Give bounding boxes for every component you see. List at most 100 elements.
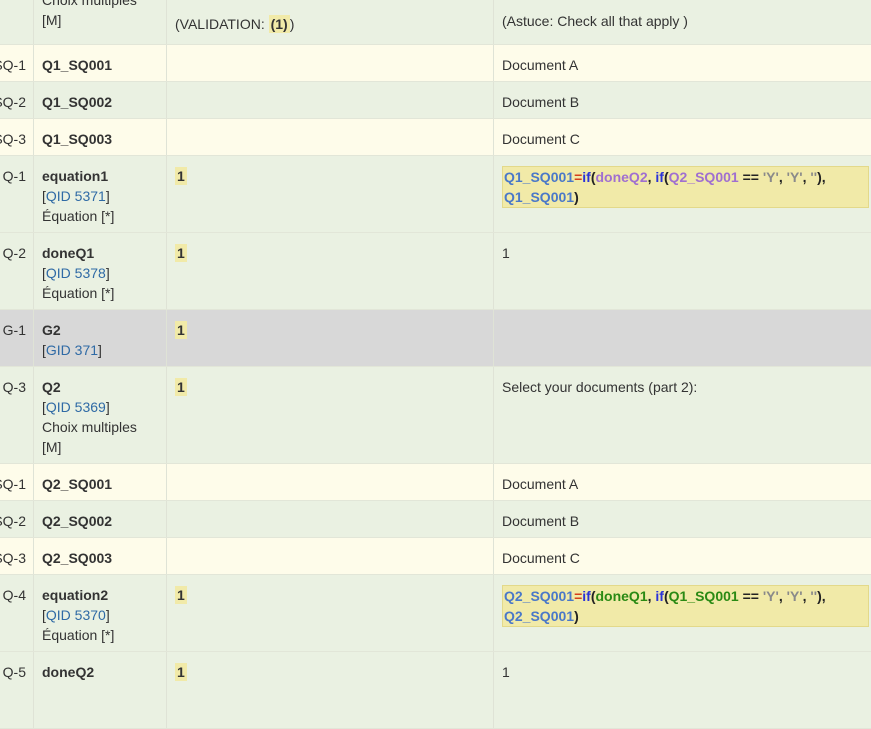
gid-link[interactable]: GID 371 bbox=[46, 342, 98, 358]
relevance-badge: 1 bbox=[175, 378, 187, 396]
table-row: SQ-2 Q2_SQ002 Document B bbox=[0, 501, 871, 538]
subquestion-code: Q1_SQ001 bbox=[42, 57, 113, 73]
row-id: SQ-3 bbox=[0, 550, 26, 566]
row-id: SQ-1 bbox=[0, 476, 26, 492]
relevance-cell: 1 bbox=[167, 310, 494, 366]
relevance-cell bbox=[167, 82, 494, 118]
relevance-badge: 1 bbox=[175, 663, 187, 681]
id-cell: SQ-1 bbox=[0, 464, 34, 500]
code-cell: G2 [GID 371] bbox=[34, 310, 167, 366]
validation-suffix: ) bbox=[289, 16, 295, 32]
question-type: Équation [*] bbox=[42, 285, 115, 301]
code-cell: Q2_SQ002 bbox=[34, 501, 167, 537]
equation-expression: Q2_SQ001=if(doneQ1, if(Q1_SQ001 == 'Y', … bbox=[502, 585, 869, 627]
group-code: G2 bbox=[42, 322, 61, 338]
relevance-cell: 1 bbox=[167, 652, 494, 728]
row-id: Q-4 bbox=[2, 587, 26, 603]
subquestion-code: Q2_SQ003 bbox=[42, 550, 113, 566]
code-cell: Q1_SQ002 bbox=[34, 82, 167, 118]
table-row: SQ-3 Q1_SQ003 Document C bbox=[0, 119, 871, 156]
code-cell: doneQ2 bbox=[34, 652, 167, 728]
id-cell: Q-1 bbox=[0, 156, 34, 232]
table-row: Choix multiples [M] (VALIDATION: (1)) (A… bbox=[0, 0, 871, 45]
code-cell: Q1_SQ003 bbox=[34, 119, 167, 155]
row-id: SQ-2 bbox=[0, 513, 26, 529]
relevance-cell: 1 bbox=[167, 156, 494, 232]
relevance-cell bbox=[167, 501, 494, 537]
subquestion-text: Document B bbox=[502, 513, 580, 529]
validation-prefix: (VALIDATION: bbox=[175, 16, 269, 32]
subquestion-code: Q1_SQ002 bbox=[42, 94, 113, 110]
question-type: Équation [*] bbox=[42, 627, 115, 643]
relevance-cell bbox=[167, 464, 494, 500]
code-cell: Choix multiples [M] bbox=[34, 0, 167, 44]
code-cell: Q2_SQ001 bbox=[34, 464, 167, 500]
table-row: Q-3 Q2 [QID 5369] Choix multiples [M] 1 … bbox=[0, 367, 871, 464]
table-row: Q-4 equation2 [QID 5370] Équation [*] 1 … bbox=[0, 575, 871, 652]
row-id: SQ-2 bbox=[0, 94, 26, 110]
hint-text: (Astuce: Check all that apply ) bbox=[502, 13, 688, 29]
id-cell: SQ-3 bbox=[0, 538, 34, 574]
id-cell: SQ-1 bbox=[0, 45, 34, 81]
question-code: equation1 bbox=[42, 168, 109, 184]
subquestion-code: Q2_SQ001 bbox=[42, 476, 113, 492]
relevance-badge: 1 bbox=[175, 586, 187, 604]
validation-value: (1) bbox=[268, 15, 290, 33]
question-type: Choix multiples [M] bbox=[42, 419, 137, 455]
code-cell: Q2 [QID 5369] Choix multiples [M] bbox=[34, 367, 167, 463]
text-cell: Document A bbox=[494, 464, 871, 500]
code-cell: equation1 [QID 5371] Équation [*] bbox=[34, 156, 167, 232]
table-row: Q-5 doneQ2 1 1 bbox=[0, 652, 871, 729]
id-cell: G-1 bbox=[0, 310, 34, 366]
row-id: Q-1 bbox=[2, 168, 26, 184]
subquestion-text: Document C bbox=[502, 550, 580, 566]
table-row: SQ-2 Q1_SQ002 Document B bbox=[0, 82, 871, 119]
table-row: Q-2 doneQ1 [QID 5378] Équation [*] 1 1 bbox=[0, 233, 871, 310]
text-cell: Q2_SQ001=if(doneQ1, if(Q1_SQ001 == 'Y', … bbox=[494, 575, 871, 651]
question-code: doneQ2 bbox=[42, 664, 95, 680]
question-type: Choix multiples [M] bbox=[42, 0, 137, 28]
row-id: Q-5 bbox=[2, 664, 26, 680]
row-id: SQ-3 bbox=[0, 131, 26, 147]
id-cell: Q-5 bbox=[0, 652, 34, 728]
code-cell: equation2 [QID 5370] Équation [*] bbox=[34, 575, 167, 651]
qid-link[interactable]: QID 5378 bbox=[46, 265, 106, 281]
table-row: G-1 G2 [GID 371] 1 bbox=[0, 310, 871, 367]
text-cell: Document C bbox=[494, 119, 871, 155]
question-text: 1 bbox=[502, 245, 510, 261]
row-id: Q-2 bbox=[2, 245, 26, 261]
id-cell: SQ-3 bbox=[0, 119, 34, 155]
question-text: 1 bbox=[502, 664, 510, 680]
row-id: SQ-1 bbox=[0, 57, 26, 73]
qid-link[interactable]: QID 5371 bbox=[46, 188, 106, 204]
relevance-cell bbox=[167, 45, 494, 81]
id-cell: SQ-2 bbox=[0, 501, 34, 537]
table-row: SQ-1 Q1_SQ001 Document A bbox=[0, 45, 871, 82]
id-cell: Q-4 bbox=[0, 575, 34, 651]
code-cell: Q1_SQ001 bbox=[34, 45, 167, 81]
subquestion-code: Q2_SQ002 bbox=[42, 513, 113, 529]
equation-expression: Q1_SQ001=if(doneQ2, if(Q2_SQ001 == 'Y', … bbox=[502, 166, 869, 208]
relevance-cell: (VALIDATION: (1)) bbox=[167, 0, 494, 44]
table-row: Q-1 equation1 [QID 5371] Équation [*] 1 … bbox=[0, 156, 871, 233]
qid-link[interactable]: QID 5370 bbox=[46, 607, 106, 623]
id-cell: SQ-2 bbox=[0, 82, 34, 118]
code-cell: Q2_SQ003 bbox=[34, 538, 167, 574]
table-row: SQ-1 Q2_SQ001 Document A bbox=[0, 464, 871, 501]
relevance-cell bbox=[167, 119, 494, 155]
relevance-badge: 1 bbox=[175, 321, 187, 339]
subquestion-text: Document A bbox=[502, 57, 579, 73]
text-cell: Document A bbox=[494, 45, 871, 81]
code-cell: doneQ1 [QID 5378] Équation [*] bbox=[34, 233, 167, 309]
relevance-badge: 1 bbox=[175, 167, 187, 185]
qid-link[interactable]: QID 5369 bbox=[46, 399, 106, 415]
text-cell: Document C bbox=[494, 538, 871, 574]
relevance-cell: 1 bbox=[167, 367, 494, 463]
row-id: Q-3 bbox=[2, 379, 26, 395]
question-code: doneQ1 bbox=[42, 245, 95, 261]
text-cell bbox=[494, 310, 871, 366]
id-cell: Q-3 bbox=[0, 367, 34, 463]
relevance-badge: 1 bbox=[175, 244, 187, 262]
text-cell: 1 bbox=[494, 233, 871, 309]
text-cell: Document B bbox=[494, 501, 871, 537]
